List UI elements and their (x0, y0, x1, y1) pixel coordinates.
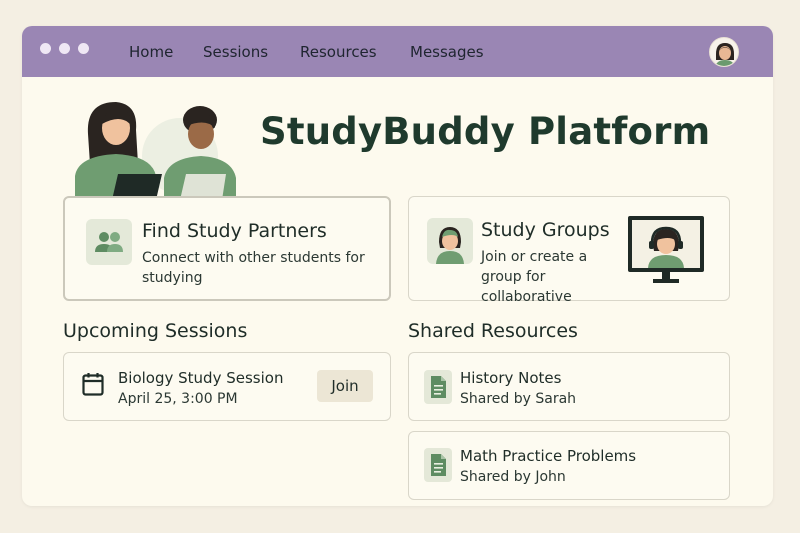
resource-title: Math Practice Problems (460, 447, 637, 465)
shared-resources-heading: Shared Resources (408, 320, 578, 342)
study-groups-card[interactable]: Study Groups Join or create a group for … (408, 196, 730, 305)
calendar-icon (82, 373, 104, 396)
nav-sessions[interactable]: Sessions (203, 43, 268, 61)
document-icon (424, 448, 452, 482)
user-avatar[interactable] (709, 37, 739, 67)
people-icon (86, 219, 132, 265)
resource-shared-by: Shared by John (460, 469, 566, 485)
upcoming-sessions-heading: Upcoming Sessions (63, 320, 248, 342)
video-call-monitor-icon (628, 216, 704, 283)
find-partners-card[interactable]: Find Study Partners Connect with other s… (63, 196, 391, 301)
resource-shared-by: Shared by Sarah (460, 391, 577, 407)
resource-item[interactable]: Math Practice Problems Shared by John (408, 431, 730, 500)
nav-home[interactable]: Home (129, 43, 173, 61)
resource-title: History Notes (460, 369, 562, 387)
window-dot-icon (78, 43, 89, 54)
top-bar: Home Sessions Resources Messages (22, 26, 773, 77)
session-title: Biology Study Session (118, 369, 284, 387)
window-dot-icon (59, 43, 70, 54)
study-groups-title: Study Groups (481, 219, 610, 241)
student-avatar-icon (427, 218, 473, 264)
app-window: Home Sessions Resources Messages StudyBu… (22, 26, 773, 506)
study-groups-description: Join or create a group for collaborative (481, 249, 588, 305)
page-title: StudyBuddy Platform (260, 110, 711, 153)
resource-item[interactable]: History Notes Shared by Sarah (408, 352, 730, 421)
find-partners-description: Connect with other students for studying (142, 250, 365, 286)
nav-messages[interactable]: Messages (410, 43, 484, 61)
join-button[interactable]: Join (317, 370, 373, 402)
window-dot-icon (40, 43, 51, 54)
nav-resources[interactable]: Resources (300, 43, 377, 61)
find-partners-title: Find Study Partners (142, 220, 327, 242)
document-icon (424, 370, 452, 404)
students-illustration-icon (75, 102, 236, 200)
session-datetime: April 25, 3:00 PM (118, 391, 238, 407)
